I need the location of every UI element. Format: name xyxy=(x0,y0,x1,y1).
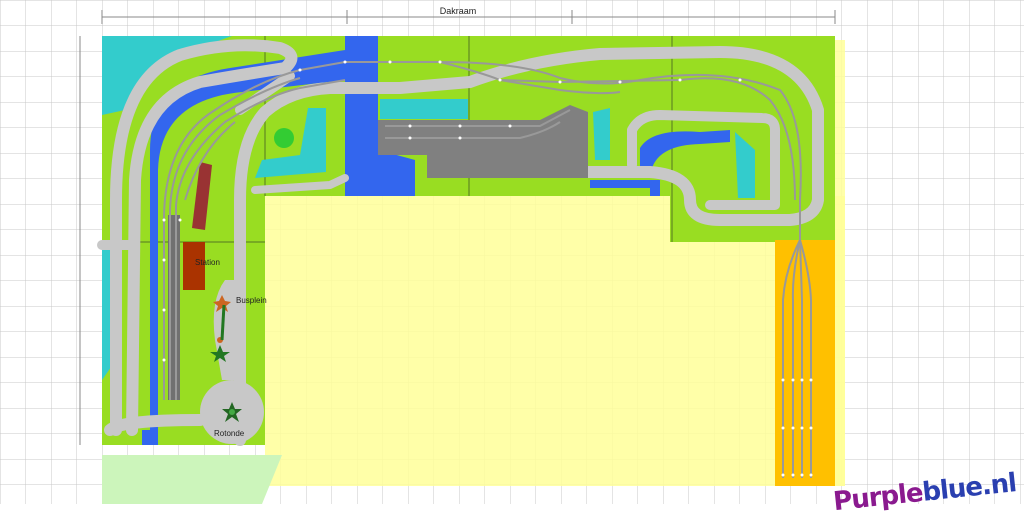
station-label: Station xyxy=(195,258,220,267)
rotonde-label: Rotonde xyxy=(214,429,245,438)
river-lower xyxy=(142,430,154,445)
dimension-label: Dakraam xyxy=(440,6,477,16)
track-layout-diagram: Dakraam Station Busplein Rotonde xyxy=(0,0,1024,504)
floor-strip-right xyxy=(835,40,845,486)
lower-lawn xyxy=(102,455,282,504)
pond-top-center xyxy=(380,99,468,119)
tree-circle xyxy=(274,128,294,148)
pond-right xyxy=(593,108,610,160)
busplein-label: Busplein xyxy=(236,296,267,305)
